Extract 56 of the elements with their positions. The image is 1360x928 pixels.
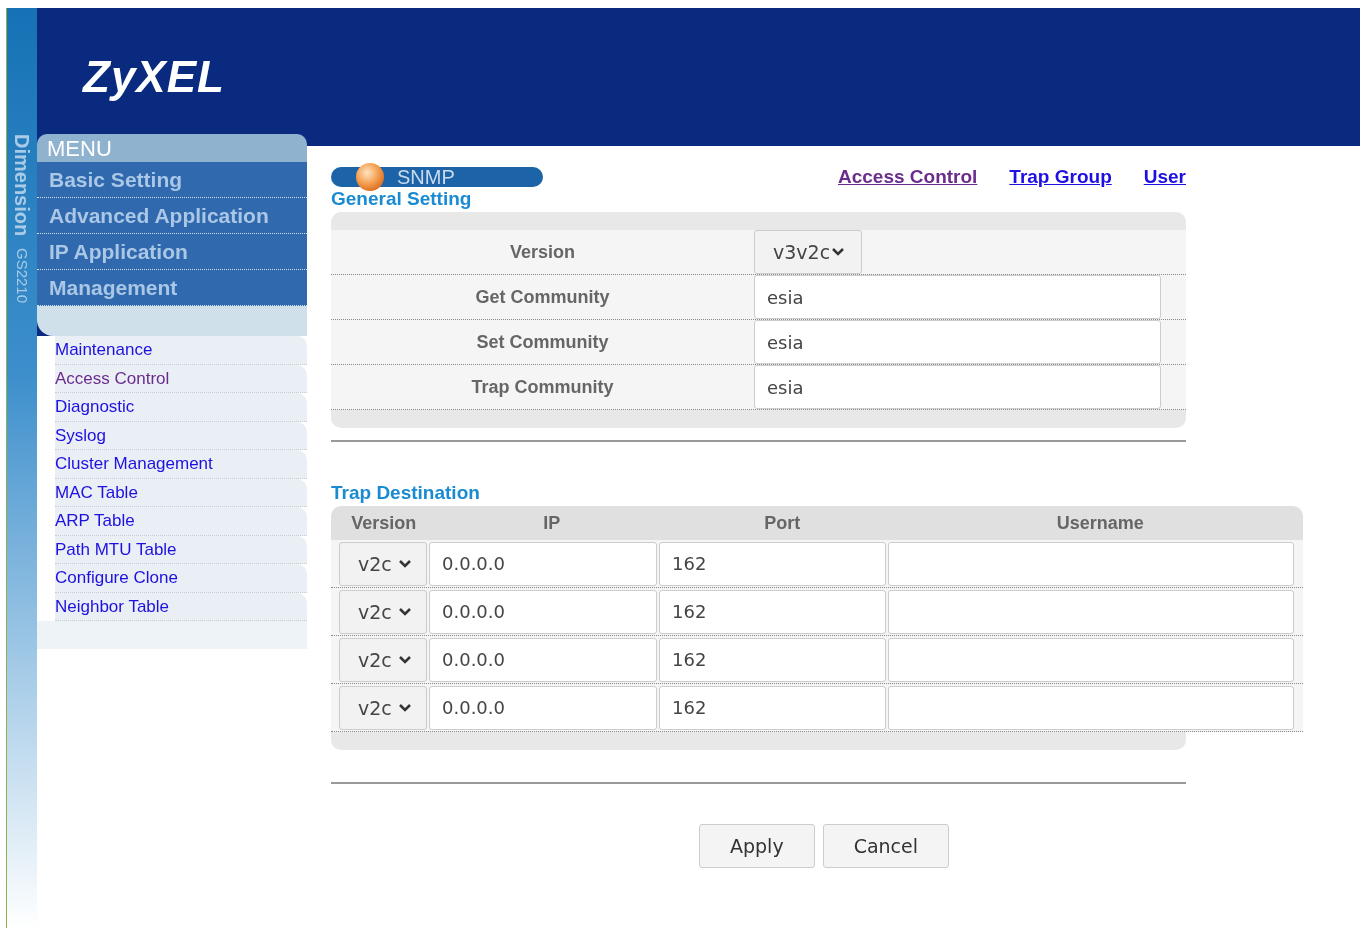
version-select[interactable]: v3v2c xyxy=(754,230,862,274)
version-select[interactable]: v2c xyxy=(339,589,427,634)
version-select[interactable]: v2c xyxy=(339,637,427,682)
menu-item[interactable]: ARP Table xyxy=(55,507,307,536)
field-label: Trap Community xyxy=(470,376,615,398)
chevron-down-icon xyxy=(398,654,412,665)
username-field[interactable] xyxy=(888,685,1294,730)
ip-field[interactable]: 0.0.0.0 xyxy=(429,685,657,730)
port-field[interactable]: 162 xyxy=(659,589,886,634)
chevron-down-icon xyxy=(831,247,845,257)
ip-field[interactable]: 0.0.0.0 xyxy=(429,637,657,682)
menu-item[interactable]: Diagnostic xyxy=(55,393,307,422)
community-field[interactable]: esia xyxy=(754,275,1161,319)
username-field[interactable] xyxy=(888,541,1294,586)
column-header: Version xyxy=(350,512,418,534)
chevron-down-icon xyxy=(398,702,412,713)
version-select[interactable]: v2c xyxy=(339,541,427,586)
column-header: Port xyxy=(763,512,802,534)
menu-item[interactable]: Cluster Management xyxy=(55,450,307,479)
logo: ZyXEL xyxy=(83,52,225,101)
ip-field[interactable]: 0.0.0.0 xyxy=(429,541,657,586)
nav-link[interactable]: Trap Group xyxy=(1009,166,1112,188)
field-label: Set Community xyxy=(475,331,610,353)
username-field[interactable] xyxy=(888,637,1294,682)
field-label: Get Community xyxy=(474,286,611,308)
column-header: Username xyxy=(1055,512,1145,534)
menu-item[interactable]: Maintenance xyxy=(55,336,307,365)
section-heading: Trap Destination xyxy=(331,482,481,504)
model-label: GS2210 xyxy=(14,248,30,304)
nav-link[interactable]: User xyxy=(1143,166,1186,188)
username-field[interactable] xyxy=(888,589,1294,634)
form-button[interactable]: Apply xyxy=(699,824,815,868)
menu-item[interactable]: Path MTU Table xyxy=(55,535,307,564)
page-title: SNMP xyxy=(397,165,455,189)
version-select[interactable]: v2c xyxy=(339,685,427,730)
menu-item[interactable]: MAC Table xyxy=(55,478,307,507)
port-field[interactable]: 162 xyxy=(659,685,886,730)
menu-item[interactable]: Access Control xyxy=(55,364,307,393)
menu-item[interactable]: Neighbor Table xyxy=(55,592,307,621)
menu-title: MENU xyxy=(37,134,307,162)
column-header: IP xyxy=(542,512,562,534)
port-field[interactable]: 162 xyxy=(659,541,886,586)
community-field[interactable]: esia xyxy=(754,320,1161,364)
ip-field[interactable]: 0.0.0.0 xyxy=(429,589,657,634)
orb-icon xyxy=(353,162,387,192)
chevron-down-icon xyxy=(398,558,412,569)
menu-item[interactable]: Configure Clone xyxy=(55,564,307,593)
nav-link[interactable]: Access Control xyxy=(837,166,978,188)
chevron-down-icon xyxy=(398,606,412,617)
series-label: Dimension xyxy=(12,134,32,237)
port-field[interactable]: 162 xyxy=(659,637,886,682)
menu-item[interactable]: Syslog xyxy=(55,421,307,450)
form-button[interactable]: Cancel xyxy=(822,824,950,868)
section-heading: General Setting xyxy=(331,188,473,210)
field-label: Version xyxy=(509,241,576,263)
community-field[interactable]: esia xyxy=(754,365,1161,409)
